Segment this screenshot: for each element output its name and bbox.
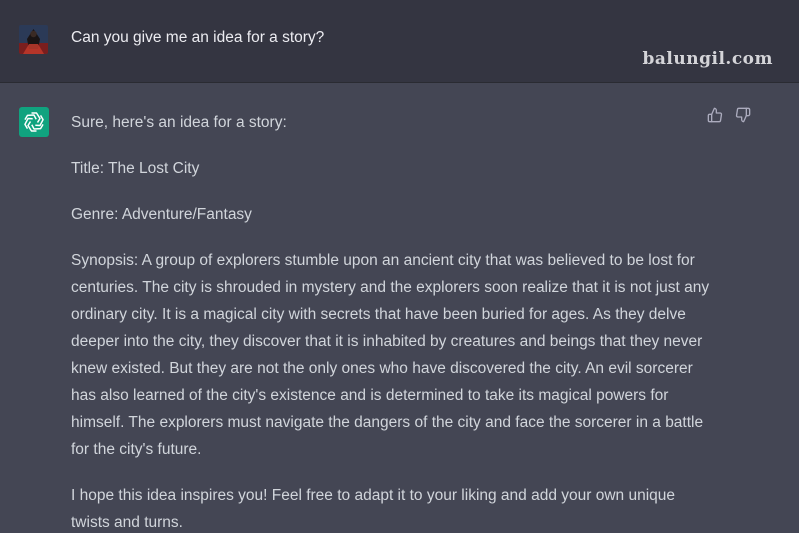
assistant-message-row: Sure, here's an idea for a story: Title:… <box>0 83 799 533</box>
watermark: balungil.com <box>642 49 773 69</box>
feedback-buttons <box>706 107 752 128</box>
thumbs-down-button[interactable] <box>734 107 752 128</box>
chat-page: Can you give me an idea for a story? bal… <box>0 0 799 533</box>
user-message-row: Can you give me an idea for a story? bal… <box>0 0 799 83</box>
user-avatar <box>19 25 48 54</box>
thumbs-down-icon <box>735 107 751 128</box>
openai-logo-icon <box>19 107 49 137</box>
answer-intro: Sure, here's an idea for a story: <box>71 114 287 131</box>
answer-title: Title: The Lost City <box>71 160 200 177</box>
answer-synopsis: Synopsis: A group of explorers stumble u… <box>71 252 710 458</box>
user-message-text: Can you give me an idea for a story? <box>71 29 325 46</box>
assistant-message-text: Sure, here's an idea for a story: Title:… <box>71 109 711 533</box>
answer-closing: I hope this idea inspires you! Feel free… <box>71 487 676 531</box>
answer-genre: Genre: Adventure/Fantasy <box>71 206 252 223</box>
